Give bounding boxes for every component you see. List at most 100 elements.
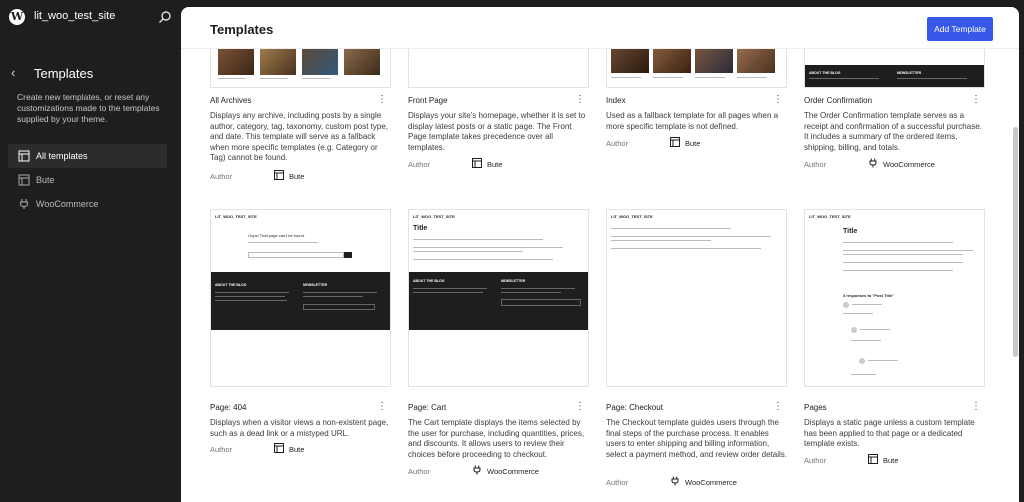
template-source: Bute (289, 445, 305, 454)
author-label: Author (408, 160, 431, 169)
site-hub: W lit_woo_test_site (0, 0, 180, 34)
template-description: Displays when a visitor views a non-exis… (210, 418, 389, 438)
more-options-icon[interactable]: ⋮ (377, 94, 387, 105)
template-description: Displays your site's homepage, whether i… (408, 111, 586, 152)
template-title[interactable]: Page: Checkout (606, 403, 663, 412)
preview-photo (737, 45, 775, 73)
layout-icon (472, 158, 482, 168)
page-title: Templates (210, 22, 274, 37)
add-template-button[interactable]: Add Template (927, 17, 993, 41)
template-title[interactable]: All Archives (210, 96, 251, 105)
template-preview[interactable]: LIT_WOO_TEST_SITE Title 3 responses to "… (804, 209, 985, 387)
template-source: Bute (883, 456, 899, 465)
template-title[interactable]: Front Page (408, 96, 448, 105)
plug-icon (671, 476, 679, 486)
nav-item-all-templates[interactable]: All templates (8, 144, 167, 168)
preview-site-label: LIT_WOO_TEST_SITE (611, 214, 653, 219)
author-label: Author (606, 139, 629, 148)
preview-photo (302, 49, 338, 75)
author-label: Author (210, 172, 233, 181)
template-description: Used as a fallback template for all page… (606, 111, 779, 131)
nav-item-bute[interactable]: Bute (8, 168, 167, 192)
template-card-page-404[interactable]: LIT_WOO_TEST_SITE Oops! That page can't … (210, 209, 391, 469)
template-preview[interactable]: LIT_WOO_TEST_SITE Title ABOUT THE BLOG N… (408, 209, 589, 387)
layout-icon (18, 174, 30, 186)
author-label: Author (804, 160, 827, 169)
more-options-icon[interactable]: ⋮ (773, 94, 783, 105)
template-description: Displays a static page unless a custom t… (804, 418, 975, 448)
more-options-icon[interactable]: ⋮ (971, 401, 981, 412)
preview-photo (260, 49, 296, 75)
more-options-icon[interactable]: ⋮ (575, 401, 585, 412)
preview-post-title: Title (843, 228, 858, 235)
footer-newsletter-label: NEWSLETTER (897, 71, 922, 75)
preview-footer: ABOUT THE BLOG NEWSLETTER (805, 65, 984, 87)
template-preview[interactable]: LIT_WOO_TEST_SITE Oops! That page can't … (210, 209, 391, 387)
preview-comments-heading: 3 responses to "Post Title" (843, 293, 895, 298)
preview-footer: ABOUT THE BLOG NEWSLETTER (409, 272, 588, 330)
template-description: The Order Confirmation template serves a… (804, 111, 982, 152)
sidebar-title: Templates (34, 66, 94, 81)
template-source: Bute (487, 160, 503, 169)
wordpress-logo-icon[interactable]: W (9, 9, 25, 25)
plug-icon (473, 465, 481, 475)
nav-item-woocommerce[interactable]: WooCommerce (8, 192, 167, 216)
sidebar-nav: All templates Bute WooCommerce (8, 144, 167, 216)
footer-about-label: ABOUT THE BLOG (215, 283, 247, 287)
preview-photo (653, 45, 691, 73)
scrollbar[interactable] (1013, 127, 1018, 357)
more-options-icon[interactable]: ⋮ (575, 94, 585, 105)
preview-site-label: LIT_WOO_TEST_SITE (215, 214, 257, 219)
template-card-page-cart[interactable]: LIT_WOO_TEST_SITE Title ABOUT THE BLOG N… (408, 209, 589, 479)
template-card-pages[interactable]: LIT_WOO_TEST_SITE Title 3 responses to "… (804, 209, 985, 469)
preview-not-found: Oops! That page can't be found. (248, 233, 305, 238)
template-preview[interactable]: LIT_WOO_TEST_SITE (606, 209, 787, 387)
author-label: Author (408, 467, 431, 476)
footer-about-label: ABOUT THE BLOG (809, 71, 841, 75)
author-label: Author (210, 445, 233, 454)
template-source: WooCommerce (685, 478, 737, 487)
footer-about-label: ABOUT THE BLOG (413, 279, 445, 283)
footer-newsletter-label: NEWSLETTER (303, 283, 328, 287)
template-title[interactable]: Order Confirmation (804, 96, 872, 105)
template-title[interactable]: Pages (804, 403, 827, 412)
templates-panel: Templates Add Template All Archives ⋮ Di… (181, 7, 1019, 502)
template-card-page-checkout[interactable]: LIT_WOO_TEST_SITE Page: Checkout ⋮ The C… (606, 209, 787, 489)
sidebar: W lit_woo_test_site ‹ Templates Create n… (0, 0, 180, 502)
site-name[interactable]: lit_woo_test_site (34, 10, 115, 22)
template-source: WooCommerce (487, 467, 539, 476)
template-description: Displays any archive, including posts by… (210, 111, 389, 162)
layout-icon (274, 443, 284, 453)
plug-icon (869, 158, 877, 168)
footer-newsletter-label: NEWSLETTER (501, 279, 526, 283)
plug-icon (20, 199, 28, 209)
preview-post-title: Title (413, 225, 428, 232)
layout-icon (18, 150, 30, 162)
layout-icon (274, 170, 284, 180)
template-title[interactable]: Page: 404 (210, 403, 246, 412)
nav-item-label: All templates (36, 151, 88, 161)
nav-item-label: Bute (36, 175, 55, 185)
sidebar-description: Create new templates, or reset any custo… (17, 92, 160, 124)
template-description: The Cart template displays the items sel… (408, 418, 585, 459)
template-source: Bute (685, 139, 701, 148)
more-options-icon[interactable]: ⋮ (377, 401, 387, 412)
more-options-icon[interactable]: ⋮ (971, 94, 981, 105)
author-label: Author (804, 456, 827, 465)
preview-photo (695, 45, 733, 73)
template-source: Bute (289, 172, 305, 181)
back-chevron-icon[interactable]: ‹ (11, 65, 15, 80)
page-header: Templates Add Template (181, 7, 1019, 49)
layout-icon (868, 454, 878, 464)
preview-photo (218, 49, 254, 75)
template-title[interactable]: Index (606, 96, 626, 105)
search-icon[interactable] (158, 10, 172, 24)
preview-site-label: LIT_WOO_TEST_SITE (809, 214, 851, 219)
preview-photo (344, 49, 380, 75)
preview-footer: ABOUT THE BLOG NEWSLETTER (211, 272, 390, 330)
preview-photo (611, 45, 649, 73)
template-description: The Checkout template guides users throu… (606, 418, 787, 459)
template-title[interactable]: Page: Cart (408, 403, 446, 412)
author-label: Author (606, 478, 629, 487)
more-options-icon[interactable]: ⋮ (773, 401, 783, 412)
